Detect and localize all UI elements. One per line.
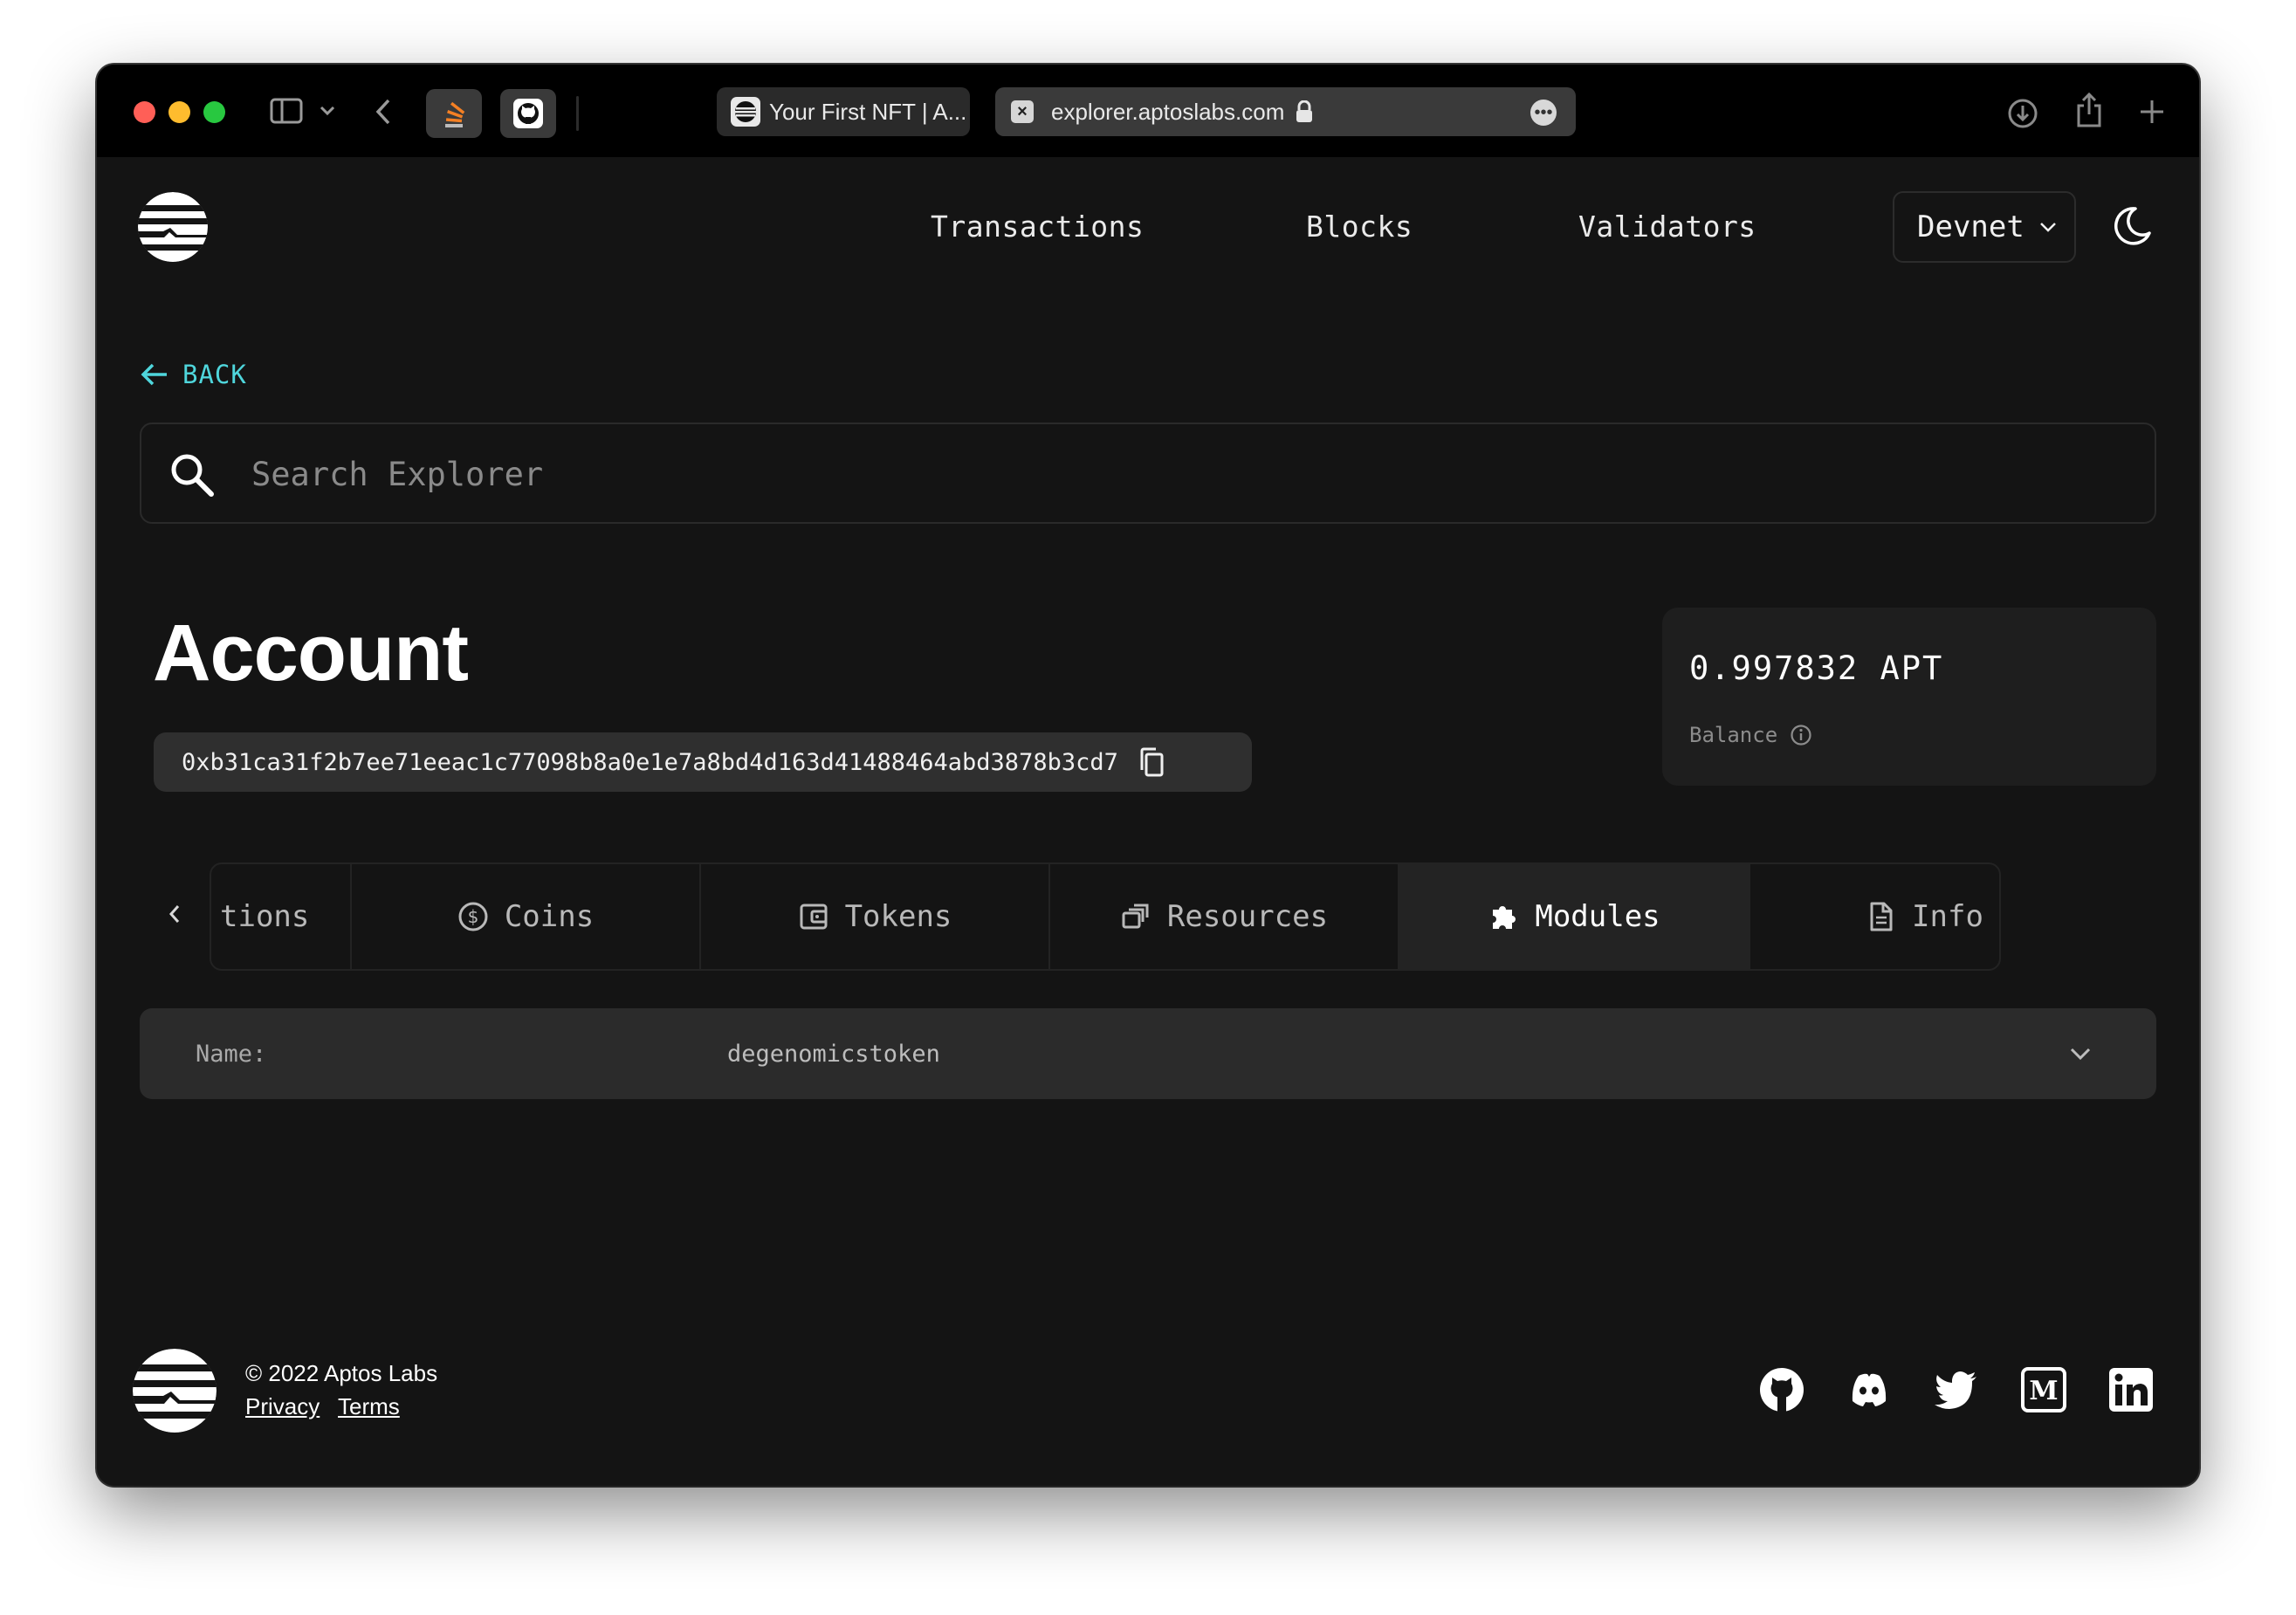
account-address: 0xb31ca31f2b7ee71eeac1c77098b8a0e1e7a8bd… — [182, 748, 1118, 776]
module-row[interactable]: Name: degenomicstoken — [140, 1008, 2156, 1099]
back-label: BACK — [182, 360, 247, 389]
chevron-left-icon — [168, 905, 180, 923]
browser-window: Your First NFT | A... × explorer.aptosla… — [97, 65, 2199, 1486]
balance-value: 0.997832 APT — [1689, 649, 1944, 687]
info-icon[interactable] — [1790, 724, 1812, 746]
balance-label-row: Balance — [1689, 723, 1812, 747]
copy-icon[interactable] — [1138, 746, 1165, 778]
account-tabs: tions $ Coins Tokens Resources Modules I… — [210, 862, 2001, 971]
browser-toolbar: Your First NFT | A... × explorer.aptosla… — [97, 65, 2199, 157]
browser-tab-aptos-docs[interactable]: Your First NFT | A... — [717, 87, 970, 136]
terms-link[interactable]: Terms — [338, 1393, 400, 1419]
tab-tokens[interactable]: Tokens — [701, 864, 1050, 969]
tab-transactions[interactable]: tions — [211, 864, 352, 969]
tab-coins[interactable]: $ Coins — [352, 864, 701, 969]
document-icon — [1870, 902, 1893, 931]
copyright: © 2022 Aptos Labs — [245, 1360, 438, 1386]
puzzle-icon — [1493, 906, 1516, 929]
tab-label: Info — [1912, 899, 1983, 934]
tab-label: Tokens — [844, 899, 952, 934]
close-tab-icon[interactable]: × — [1011, 100, 1034, 123]
network-select-value: Devnet — [1917, 210, 2024, 244]
footer-text: © 2022 Aptos Labs Privacy Terms — [245, 1357, 437, 1423]
chevron-down-icon[interactable] — [2066, 1040, 2094, 1068]
tab-label: tions — [220, 899, 310, 934]
twitter-icon[interactable] — [1933, 1366, 1980, 1413]
aptos-favicon-icon — [731, 97, 760, 127]
lock-icon — [1296, 100, 1313, 122]
module-name-value: degenomicstoken — [727, 1040, 940, 1068]
chevron-down-icon[interactable] — [318, 101, 337, 120]
balance-label: Balance — [1689, 723, 1778, 747]
close-window-button[interactable] — [134, 101, 155, 123]
nav-blocks[interactable]: Blocks — [1306, 210, 1413, 244]
moon-icon[interactable] — [2107, 202, 2156, 251]
medium-icon[interactable]: M — [2020, 1366, 2067, 1413]
tab-label: Modules — [1535, 899, 1660, 934]
github-icon[interactable] — [1758, 1366, 1805, 1413]
module-name-label: Name: — [196, 1040, 267, 1068]
new-tab-icon[interactable] — [2136, 96, 2168, 127]
github-bookmark[interactable] — [500, 89, 556, 138]
resources-icon — [1122, 904, 1149, 929]
tab-label: Resources — [1166, 899, 1329, 934]
tabs-scroll-left-button[interactable] — [157, 892, 192, 936]
tab-resources[interactable]: Resources — [1050, 864, 1399, 969]
chevron-down-icon — [2039, 223, 2056, 232]
page-title: Account — [153, 608, 469, 698]
search-icon — [171, 454, 214, 497]
stackoverflow-icon — [445, 101, 465, 127]
stackoverflow-bookmark[interactable] — [426, 89, 482, 138]
network-select[interactable]: Devnet — [1893, 191, 2076, 263]
nav-validators[interactable]: Validators — [1578, 210, 1756, 244]
coin-icon: $ — [458, 902, 488, 931]
wallet-icon — [800, 904, 828, 930]
address-bar[interactable]: × explorer.aptoslabs.com ••• — [995, 87, 1576, 136]
aptos-footer-logo — [133, 1349, 217, 1433]
linkedin-icon[interactable] — [2107, 1366, 2155, 1413]
download-icon[interactable] — [2005, 96, 2040, 131]
github-icon — [513, 99, 543, 128]
discord-icon[interactable] — [1846, 1366, 1893, 1413]
share-icon[interactable] — [2072, 91, 2107, 129]
sidebar-toggle-icon[interactable] — [269, 96, 304, 126]
search-input[interactable] — [250, 447, 2121, 501]
more-options-icon[interactable]: ••• — [1530, 100, 1557, 126]
address-bar-url: explorer.aptoslabs.com — [1051, 98, 1285, 125]
search-box — [140, 423, 2156, 524]
tab-modules[interactable]: Modules — [1399, 864, 1750, 969]
zoom-window-button[interactable] — [203, 101, 225, 123]
back-link[interactable]: BACK — [141, 360, 247, 389]
svg-text:M: M — [2029, 1376, 2058, 1406]
arrow-left-icon — [141, 363, 167, 386]
browser-tab-title: Your First NFT | A... — [769, 98, 967, 125]
privacy-link[interactable]: Privacy — [245, 1393, 320, 1419]
svg-text:$: $ — [467, 906, 478, 927]
nav-transactions[interactable]: Transactions — [931, 210, 1144, 244]
balance-card: 0.997832 APT Balance — [1662, 608, 2156, 786]
aptos-logo[interactable] — [137, 191, 209, 263]
account-address-chip: 0xb31ca31f2b7ee71eeac1c77098b8a0e1e7a8bd… — [154, 732, 1252, 792]
minimize-window-button[interactable] — [168, 101, 190, 123]
tab-label: Coins — [504, 899, 595, 934]
tab-info[interactable]: Info — [1750, 864, 1999, 969]
toolbar-divider — [576, 96, 579, 131]
back-arrow-icon[interactable] — [370, 96, 396, 127]
